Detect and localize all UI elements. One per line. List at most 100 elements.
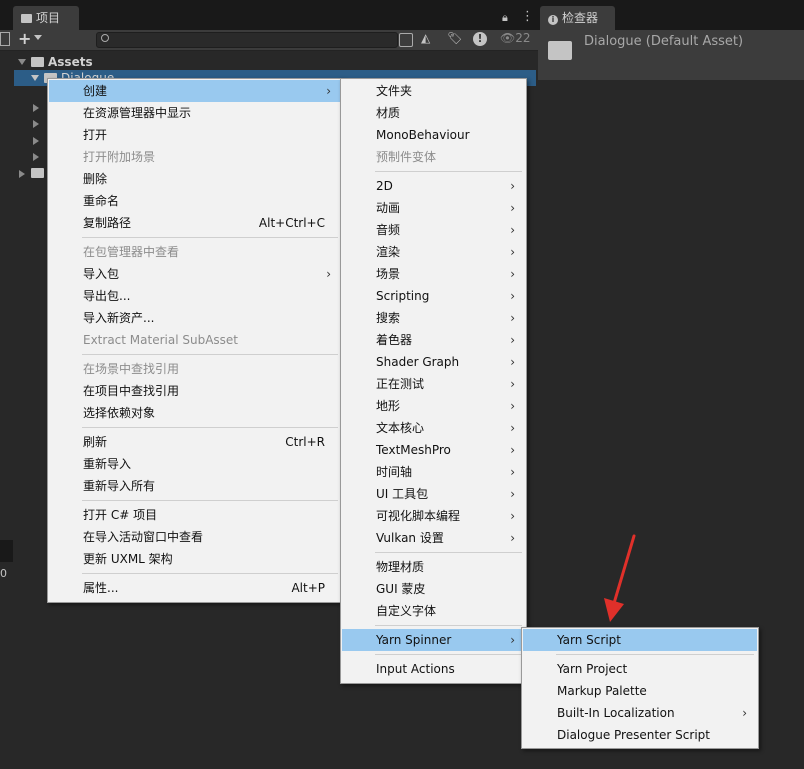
menu-item-label: 选择依赖对象 [83,406,156,420]
collapsed-arrow-icon[interactable] [19,170,25,178]
menu-item-场景[interactable]: 场景 › [342,263,525,285]
menu-item-动画[interactable]: 动画 › [342,197,525,219]
menu-item-渲染[interactable]: 渲染 › [342,241,525,263]
side-strip [0,540,13,562]
menu-separator [82,236,338,238]
menu-item-yarn-spinner[interactable]: Yarn Spinner › [342,629,525,651]
menu-item-在项目中查找引用[interactable]: 在项目中查找引用 [49,380,341,402]
menu-item-label: 在场景中查找引用 [83,362,180,376]
menu-item-monobehaviour[interactable]: MonoBehaviour [342,124,525,146]
menu-item-label: 文本核心 [376,421,425,435]
more-options-icon[interactable]: ⋮ [521,9,534,24]
menu-item-在导入活动窗口中查看[interactable]: 在导入活动窗口中查看 [49,526,341,548]
search-input[interactable] [96,32,398,48]
menu-item-built-in-localization[interactable]: Built-In Localization › [523,702,757,724]
menu-item-文本核心[interactable]: 文本核心 › [342,417,525,439]
menu-item-extract-material-subasset: Extract Material SubAsset [49,329,341,351]
menu-item-yarn-script[interactable]: Yarn Script [523,629,757,651]
menu-item-vulkan-设置[interactable]: Vulkan 设置 › [342,527,525,549]
info-icon: i [548,15,558,25]
menu-item-着色器[interactable]: 着色器 › [342,329,525,351]
collapsed-arrow-icon[interactable] [33,137,39,145]
create-submenu: 文件夹 材质 MonoBehaviour 预制件变体 2D › 动画 › 音频 › 渲染 › 场景 › Sc… [340,78,527,684]
chevron-right-icon: › [510,443,515,457]
menu-item-搜索[interactable]: 搜索 › [342,307,525,329]
collapsed-arrow-icon[interactable] [33,120,39,128]
menu-item-复制路径[interactable]: 复制路径 Alt+Ctrl+C [49,212,341,234]
menu-item-gui-蒙皮[interactable]: GUI 蒙皮 [342,578,525,600]
expand-arrow-icon[interactable] [31,75,39,81]
menu-item-导出包[interactable]: 导出包... [49,285,341,307]
hidden-packages-icon[interactable]: 👁︎22 [500,31,531,45]
collapsed-arrow-icon[interactable] [33,153,39,161]
warning-filter-icon[interactable]: ! [473,32,487,46]
menu-item-label: 搜索 [376,311,401,325]
menu-item-ui-工具包[interactable]: UI 工具包 › [342,483,525,505]
menu-item-scripting[interactable]: Scripting › [342,285,525,307]
menu-item-重命名[interactable]: 重命名 [49,190,341,212]
menu-item-markup-palette[interactable]: Markup Palette [523,680,757,702]
left-edge-value: 0 [0,567,7,580]
expand-arrow-icon[interactable] [18,59,26,65]
menu-separator [82,426,338,428]
menu-item-label: Vulkan 设置 [376,531,444,545]
chevron-right-icon: › [510,377,515,391]
menu-item-重新导入所有[interactable]: 重新导入所有 [49,475,341,497]
menu-item-删除[interactable]: 删除 [49,168,341,190]
create-dropdown-icon[interactable] [34,35,42,40]
menu-item-属性[interactable]: 属性... Alt+P [49,577,341,599]
menu-item-刷新[interactable]: 刷新 Ctrl+R [49,431,341,453]
menu-item-创建[interactable]: 创建 › [49,80,341,102]
search-by-type-icon[interactable] [399,33,413,47]
menu-item-自定义字体[interactable]: 自定义字体 [342,600,525,622]
menu-item-label: MonoBehaviour [376,128,470,142]
search-icon [101,34,109,42]
folder-icon [548,41,572,60]
menu-item-label: TextMeshPro [376,443,451,457]
scene-filter-icon[interactable]: ◭ [421,31,430,45]
menu-item-yarn-project[interactable]: Yarn Project [523,658,757,680]
menu-item-物理材质[interactable]: 物理材质 [342,556,525,578]
menu-item-正在测试[interactable]: 正在测试 › [342,373,525,395]
menu-item-textmeshpro[interactable]: TextMeshPro › [342,439,525,461]
menu-item-input-actions[interactable]: Input Actions [342,658,525,680]
menu-item-材质[interactable]: 材质 [342,102,525,124]
tab-inspector[interactable]: i 检查器 [540,6,615,30]
menu-item-label: 场景 [376,267,401,281]
menu-item-label: 文件夹 [376,84,413,98]
menu-item-重新导入[interactable]: 重新导入 [49,453,341,475]
menu-item-时间轴[interactable]: 时间轴 › [342,461,525,483]
menu-item-地形[interactable]: 地形 › [342,395,525,417]
menu-item-在包管理器中查看: 在包管理器中查看 [49,241,341,263]
label-filter-icon[interactable]: 🏷︎ [447,31,462,45]
menu-item-导入包[interactable]: 导入包 › [49,263,341,285]
menu-separator [375,624,522,626]
menu-item-2d[interactable]: 2D › [342,175,525,197]
menu-item-label: 刷新 [83,435,108,449]
menu-item-音频[interactable]: 音频 › [342,219,525,241]
create-button[interactable]: + [18,29,31,48]
menu-item-更新-uxml-架构[interactable]: 更新 UXML 架构 [49,548,341,570]
menu-item-dialogue-presenter-script[interactable]: Dialogue Presenter Script [523,724,757,746]
menu-item-label: 物理材质 [376,560,425,574]
chevron-right-icon: › [742,706,747,720]
context-menu: 创建 › 在资源管理器中显示 打开 打开附加场景 删除 重命名 复制路径 Alt+Ctrl+C 在… [47,78,343,603]
collapsed-arrow-icon[interactable] [33,104,39,112]
menu-item-文件夹[interactable]: 文件夹 [342,80,525,102]
menu-item-在资源管理器中显示[interactable]: 在资源管理器中显示 [49,102,341,124]
folder-icon [31,57,44,67]
menu-item-导入新资产[interactable]: 导入新资产... [49,307,341,329]
menu-item-选择依赖对象[interactable]: 选择依赖对象 [49,402,341,424]
menu-item-打开[interactable]: 打开 [49,124,341,146]
menu-item-label: 材质 [376,106,401,120]
menu-item-打开-c-项目[interactable]: 打开 C# 项目 [49,504,341,526]
chevron-right-icon: › [326,267,331,281]
menu-item-label: 自定义字体 [376,604,437,618]
menu-item-label: Yarn Project [557,662,628,676]
tree-item-assets[interactable]: Assets [48,55,93,69]
menu-item-可视化脚本编程[interactable]: 可视化脚本编程 › [342,505,525,527]
lock-icon[interactable]: 🔒︎ [502,11,508,25]
menu-item-shader-graph[interactable]: Shader Graph › [342,351,525,373]
tab-project[interactable]: 项目 [13,6,79,30]
menu-item-label: 在导入活动窗口中查看 [83,530,204,544]
